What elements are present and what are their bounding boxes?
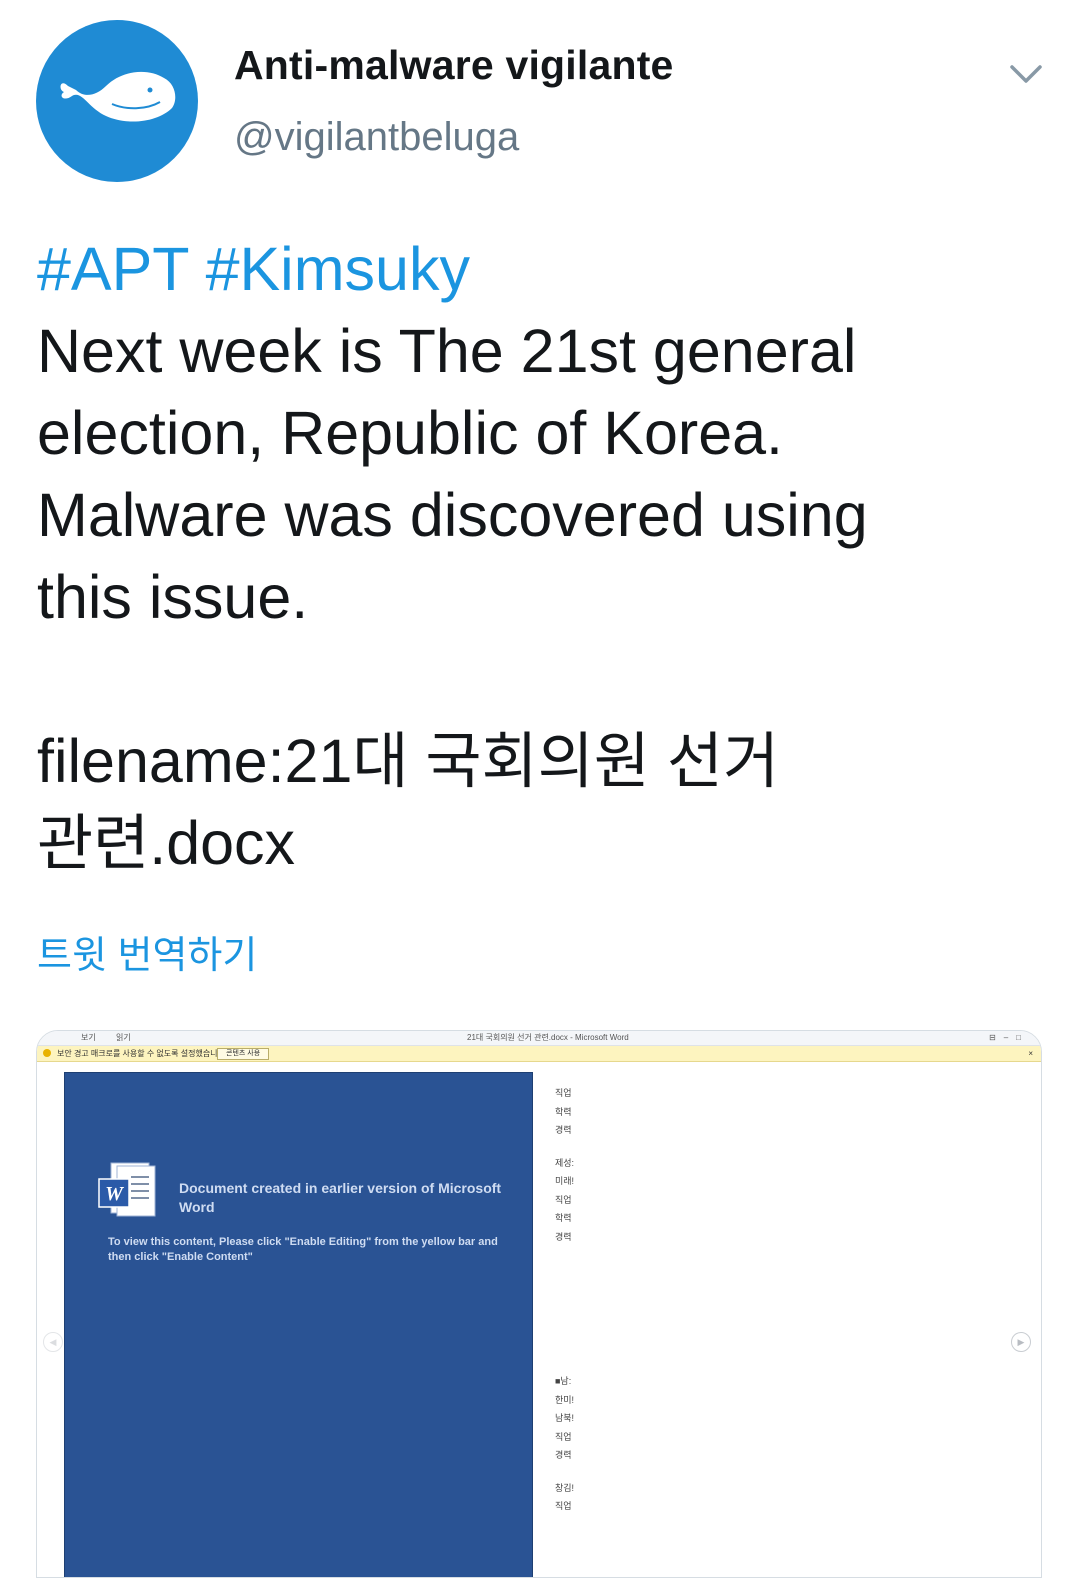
security-message: 보안 경고 매크로를 사용할 수 없도록 설정했습니다.	[57, 1049, 228, 1058]
side-gap	[555, 1260, 595, 1372]
warning-icon	[43, 1049, 51, 1057]
avatar[interactable]	[36, 20, 198, 182]
attached-screenshot[interactable]: 보기 읽기 21대 국회의원 선거 관련.docx - Microsoft Wo…	[36, 1030, 1042, 1578]
tweet-line: election, Republic of Korea.	[37, 399, 783, 467]
document-side-text: 직업 학력 경력 제성: 미래! 직업 학력 경력 ■남: 한미! 남북! 직업…	[555, 1084, 595, 1530]
lure-page: W Document created in earlier version of…	[64, 1072, 533, 1577]
word-document-icon: W	[98, 1162, 156, 1217]
previous-page-icon: ◀	[43, 1332, 63, 1352]
window-title: 21대 국회의원 선거 관련.docx - Microsoft Word	[467, 1033, 629, 1042]
filename-line: 관련.docx	[37, 809, 296, 877]
ribbon-tabs: 보기 읽기	[81, 1031, 149, 1045]
side-text: 미래!	[555, 1176, 575, 1186]
side-text: 직업	[555, 1088, 572, 1098]
side-text: 학력	[555, 1106, 572, 1117]
hashtag-apt[interactable]: #APT	[37, 235, 190, 303]
tweet-line: Next week is The 21st general	[37, 317, 857, 385]
side-text: 직업	[555, 1431, 572, 1442]
hashtag-line: #APT #Kimsuky	[37, 228, 1047, 310]
side-block: 직업 학력 경력	[555, 1084, 595, 1140]
side-text: 직업	[555, 1194, 572, 1205]
display-name[interactable]: Anti-malware vigilante	[234, 42, 674, 89]
tweet-line: Malware was discovered using	[37, 481, 868, 549]
security-warning-bar: 보안 경고 매크로를 사용할 수 없도록 설정했습니다. 콘텐츠 사용 ×	[37, 1046, 1041, 1062]
side-text: 남북!	[555, 1413, 575, 1423]
tweet-line: this issue.	[37, 563, 309, 631]
lure-instructions: To view this content, Please click "Enab…	[108, 1236, 498, 1263]
user-handle[interactable]: @vigilantbeluga	[234, 115, 674, 160]
filename-line: filename:21대 국회의원 선거	[37, 727, 780, 795]
ribbon-tab: 보기	[81, 1033, 96, 1042]
side-text: 한미!	[555, 1394, 575, 1405]
side-text: 경력	[555, 1450, 572, 1460]
side-text: 경력	[555, 1125, 572, 1135]
close-icon: ×	[1028, 1049, 1033, 1058]
word-title-bar: 보기 읽기 21대 국회의원 선거 관련.docx - Microsoft Wo…	[37, 1031, 1041, 1046]
side-text: 경력	[555, 1231, 572, 1242]
chevron-down-icon[interactable]	[1006, 54, 1046, 94]
side-text: ■남:	[555, 1376, 572, 1386]
window-controls: ⊟–□	[989, 1033, 1029, 1042]
document-area: W Document created in earlier version of…	[37, 1062, 1041, 1577]
tweet-header: Anti-malware vigilante @vigilantbeluga	[36, 20, 1046, 185]
lure-title: Document created in earlier version of M…	[179, 1180, 502, 1215]
side-text: 창김!	[555, 1482, 575, 1493]
next-page-icon: ▶	[1011, 1332, 1031, 1352]
side-text: 학력	[555, 1213, 572, 1223]
side-text: 제성:	[555, 1157, 575, 1168]
hashtag-kimsuky[interactable]: #Kimsuky	[206, 235, 470, 303]
side-block: ■남: 한미! 남북! 직업 경력	[555, 1372, 595, 1465]
side-block: 창김! 직업	[555, 1479, 595, 1516]
beluga-whale-icon	[60, 71, 176, 122]
svg-text:W: W	[105, 1183, 124, 1205]
ribbon-tab: 읽기	[115, 1033, 131, 1042]
side-block: 제성: 미래! 직업 학력 경력	[555, 1154, 595, 1247]
enable-content-button: 콘텐츠 사용	[217, 1048, 270, 1060]
translate-tweet-link[interactable]: 트윗 번역하기	[37, 924, 257, 979]
tweet-text: #APT #Kimsuky Next week is The 21st gener…	[37, 228, 1047, 884]
side-text: 직업	[555, 1501, 572, 1511]
